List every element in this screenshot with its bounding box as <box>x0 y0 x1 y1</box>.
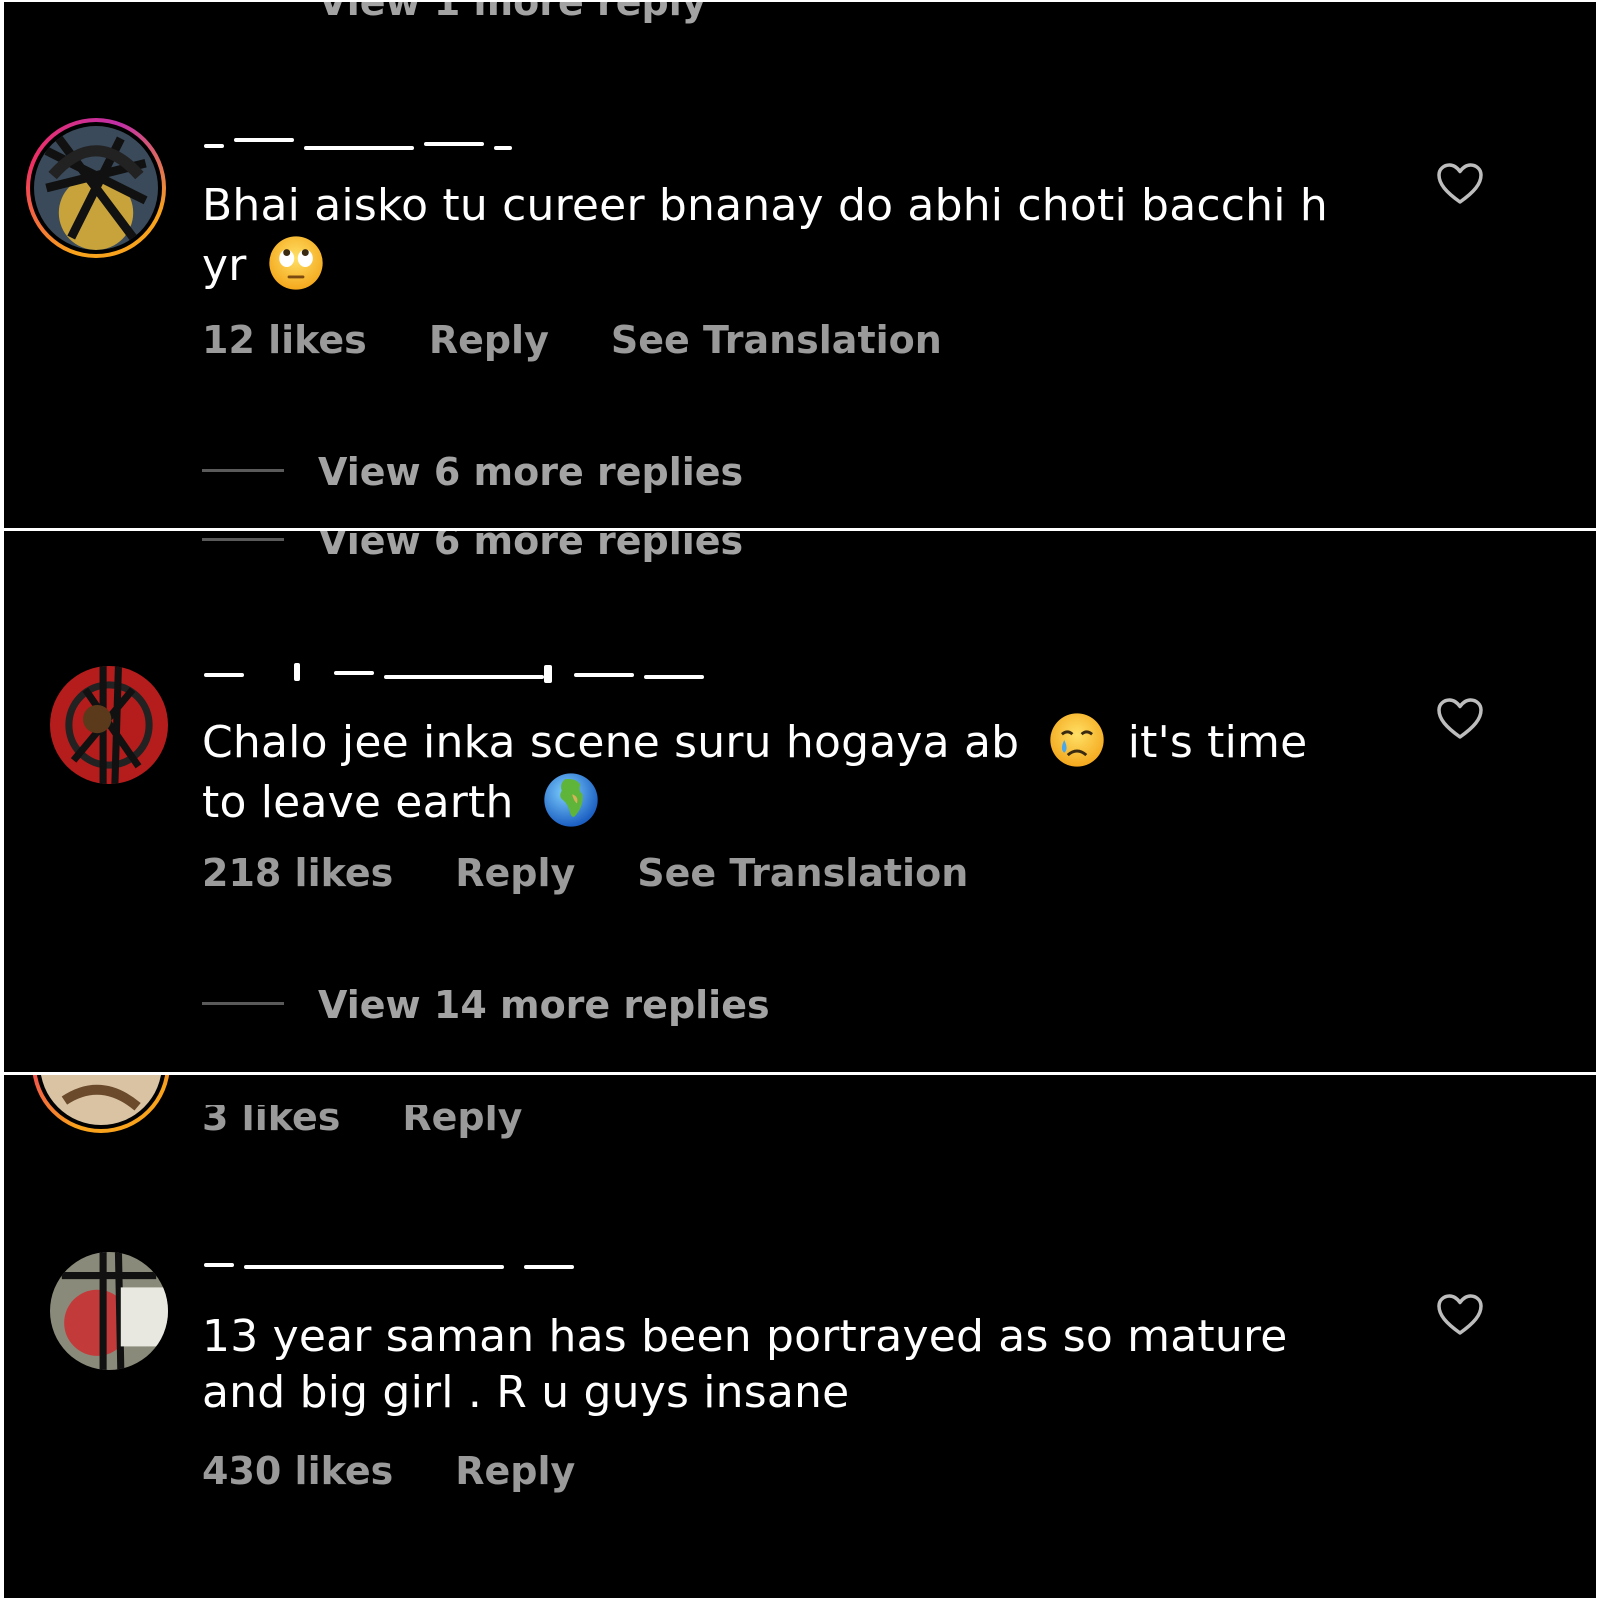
avatar-image <box>40 1075 162 1125</box>
thread-line <box>202 469 284 472</box>
avatar[interactable] <box>26 118 166 258</box>
crying-face-icon <box>1049 713 1104 767</box>
comment-text-line: to leave earth <box>202 777 514 828</box>
reply-button[interactable]: Reply <box>402 1105 522 1139</box>
avatar-image <box>50 666 168 784</box>
reply-button[interactable]: Reply <box>429 318 549 362</box>
comment-text-line: and big girl . R u guys insane <box>202 1367 850 1418</box>
view-more-replies-label: View 6 more replies <box>318 531 744 563</box>
comment-actions: 218 likes Reply See Translation <box>202 851 1030 895</box>
likes-count[interactable]: 430 likes <box>202 1449 393 1493</box>
view-more-replies-label: View 6 more replies <box>318 450 744 494</box>
see-translation-button[interactable]: See Translation <box>637 851 968 895</box>
avatar-image <box>50 1252 168 1370</box>
comment-actions: 430 likes Reply <box>202 1449 637 1493</box>
face-with-rolling-eyes-icon <box>269 236 323 290</box>
thread-line <box>202 1002 284 1005</box>
comment-text-line: it's time <box>1127 717 1308 768</box>
comment-text: 13 year saman has been portrayed as so m… <box>202 1309 1402 1421</box>
heart-outline-icon[interactable] <box>1436 1293 1484 1337</box>
likes-count[interactable]: 3 likes <box>202 1105 340 1139</box>
comment-panel-3: 3 likes Reply 13 year saman has been port… <box>4 1075 1596 1598</box>
view-more-replies-label: View 1 more reply <box>318 2 707 24</box>
avatar-image <box>34 126 158 250</box>
comment-text-line: Chalo jee inka scene suru hogaya ab <box>202 717 1020 768</box>
likes-count[interactable]: 12 likes <box>202 318 367 362</box>
heart-outline-icon[interactable] <box>1436 162 1484 206</box>
comment-panel-1: View 1 more reply Bhai aisko tu cureer b… <box>4 2 1596 528</box>
reply-button[interactable]: Reply <box>455 1449 575 1493</box>
comment-text-line: 13 year saman has been portrayed as so m… <box>202 1311 1288 1362</box>
comment-text-line: yr <box>202 240 247 291</box>
username-redacted[interactable] <box>204 661 714 683</box>
comment-actions-partial: 3 likes Reply <box>202 1105 584 1139</box>
username-redacted[interactable] <box>204 132 514 154</box>
comment-text: Bhai aisko tu cureer bnanay do abhi chot… <box>202 178 1402 294</box>
comment-text-line: Bhai aisko tu cureer bnanay do abhi chot… <box>202 180 1328 231</box>
username-redacted[interactable] <box>204 1251 584 1273</box>
comment-actions: 12 likes Reply See Translation <box>202 318 1004 362</box>
reply-button[interactable]: Reply <box>455 851 575 895</box>
view-more-replies-button[interactable]: View 6 more replies <box>202 531 743 563</box>
comment-text: Chalo jee inka scene suru hogaya ab it's… <box>202 711 1452 831</box>
avatar[interactable] <box>50 666 168 784</box>
view-more-replies-button[interactable]: View 14 more replies <box>202 983 770 1027</box>
likes-count[interactable]: 218 likes <box>202 851 393 895</box>
heart-outline-icon[interactable] <box>1436 697 1484 741</box>
see-translation-button[interactable]: See Translation <box>611 318 942 362</box>
avatar[interactable] <box>50 1252 168 1370</box>
view-more-replies-label: View 14 more replies <box>318 983 770 1027</box>
globe-europe-africa-icon <box>544 773 598 827</box>
view-more-replies-button[interactable]: View 1 more reply <box>202 2 707 24</box>
comment-panel-2: View 6 more replies Chalo jee inka scene… <box>4 531 1596 1072</box>
view-more-replies-button[interactable]: View 6 more replies <box>202 450 743 494</box>
avatar[interactable] <box>32 1075 170 1133</box>
thread-line <box>202 538 284 541</box>
